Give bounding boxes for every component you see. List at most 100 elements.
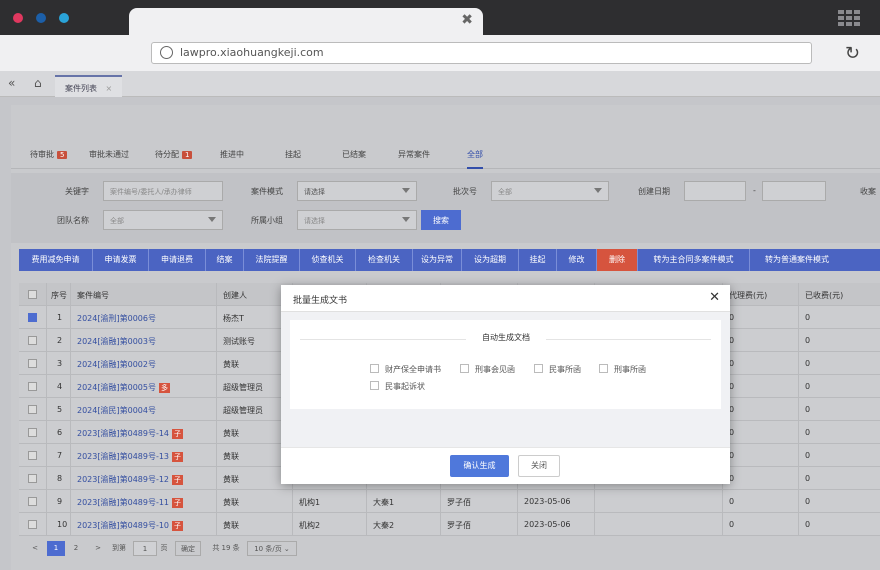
row-checkbox[interactable] bbox=[19, 375, 47, 397]
row-case-code[interactable]: 2023[渝融]第0489号-11 子 bbox=[71, 490, 217, 512]
row-date: 2023-05-06 bbox=[518, 490, 595, 512]
row-case-code[interactable]: 2024[渝融]第0005号多 bbox=[71, 375, 217, 397]
convert-multi-case-button[interactable]: 转为主合同多案件模式 bbox=[638, 249, 750, 271]
investigation-org-button[interactable]: 侦查机关 bbox=[300, 249, 356, 271]
row-case-code[interactable]: 2023[渝融]第0489号-14 子 bbox=[71, 421, 217, 443]
mode-select[interactable]: 请选择 bbox=[297, 181, 417, 201]
row-index: 9 bbox=[47, 490, 71, 512]
fee-reduction-button[interactable]: 费用减免申请 bbox=[19, 249, 93, 271]
row-checkbox[interactable] bbox=[19, 421, 47, 443]
row-checkbox[interactable] bbox=[19, 329, 47, 351]
row-checkbox[interactable] bbox=[19, 306, 47, 328]
close-button[interactable]: 关闭 bbox=[518, 455, 560, 477]
tab-close-icon[interactable]: ✖ bbox=[461, 12, 473, 28]
dialog-footer: 确认生成 关闭 bbox=[281, 447, 730, 484]
prev-page-button[interactable]: < bbox=[29, 541, 41, 556]
option-criminal-firm-letter[interactable]: 刑事所函 bbox=[599, 364, 646, 375]
tab-in-progress[interactable]: 推进中 bbox=[220, 149, 244, 160]
search-button[interactable]: 搜索 bbox=[421, 210, 461, 230]
keyword-input[interactable]: 案件编号/委托人/承办律师 bbox=[103, 181, 223, 201]
row-case-code[interactable]: 2023[渝融]第0489号-13 子 bbox=[71, 444, 217, 466]
group-select[interactable]: 请选择 bbox=[297, 210, 417, 230]
tab-all[interactable]: 全部 bbox=[467, 149, 483, 169]
checkbox[interactable] bbox=[460, 364, 469, 373]
browser-tab[interactable]: ✖ bbox=[129, 8, 483, 36]
page-number-input[interactable]: 1 bbox=[133, 541, 157, 556]
team-select[interactable]: 全部 bbox=[103, 210, 223, 230]
status-badge: 5 bbox=[57, 151, 68, 159]
row-paid-fee: 0 bbox=[805, 359, 811, 368]
apps-grid-icon[interactable] bbox=[838, 10, 860, 26]
tab-suspended[interactable]: 挂起 bbox=[285, 149, 301, 160]
option-civil-firm-letter[interactable]: 民事所函 bbox=[534, 364, 581, 375]
edit-button[interactable]: 修改 bbox=[557, 249, 597, 271]
inspection-org-button[interactable]: 检查机关 bbox=[356, 249, 413, 271]
row-case-code[interactable]: 2024[渝民]第0004号 bbox=[71, 398, 217, 420]
checkbox[interactable] bbox=[534, 364, 543, 373]
window-close-dot[interactable] bbox=[13, 13, 23, 23]
tab-pending-assignment[interactable]: 待分配 1 bbox=[155, 149, 193, 160]
row-checkbox[interactable] bbox=[19, 444, 47, 466]
goto-confirm-button[interactable]: 确定 bbox=[175, 541, 201, 556]
app-tabbar: « ⌂ 案件列表 × bbox=[0, 71, 880, 97]
table-row[interactable]: 10 2023[渝融]第0489号-10 子黄联 机构2 大秦2 罗子佰 2023-05-0… bbox=[19, 513, 880, 536]
row-checkbox[interactable] bbox=[19, 490, 47, 512]
suspend-button[interactable]: 挂起 bbox=[519, 249, 557, 271]
select-all-checkbox[interactable] bbox=[19, 283, 47, 305]
next-page-button[interactable]: > bbox=[92, 541, 104, 556]
checkbox[interactable] bbox=[599, 364, 608, 373]
court-reminder-button[interactable]: 法院提醒 bbox=[244, 249, 300, 271]
chevron-down-icon bbox=[208, 217, 216, 222]
page-size-select[interactable]: 10 条/页 ⌄ bbox=[247, 541, 297, 556]
delete-button[interactable]: 删除 bbox=[597, 249, 638, 271]
window-minimize-dot[interactable] bbox=[36, 13, 46, 23]
row-checkbox[interactable] bbox=[19, 467, 47, 489]
close-case-button[interactable]: 结案 bbox=[206, 249, 244, 271]
window-maximize-dot[interactable] bbox=[59, 13, 69, 23]
row-checkbox[interactable] bbox=[19, 398, 47, 420]
page-2-button[interactable]: 2 bbox=[70, 541, 82, 556]
option-property-preservation[interactable]: 财产保全申请书 bbox=[370, 364, 441, 375]
checkbox[interactable] bbox=[370, 381, 379, 390]
convert-normal-case-button[interactable]: 转为普通案件模式 bbox=[750, 249, 844, 271]
goto-label: 到第 bbox=[112, 544, 126, 552]
apply-invoice-button[interactable]: 申请发票 bbox=[93, 249, 149, 271]
close-icon[interactable]: ✕ bbox=[709, 290, 720, 305]
option-civil-complaint[interactable]: 民事起诉状 bbox=[370, 381, 425, 392]
row-index: 2 bbox=[47, 329, 71, 351]
option-criminal-meeting-letter[interactable]: 刑事会见函 bbox=[460, 364, 515, 375]
row-paid-fee: 0 bbox=[805, 451, 811, 460]
tab-abnormal[interactable]: 异常案件 bbox=[398, 149, 430, 160]
page-1-button[interactable]: 1 bbox=[47, 541, 65, 556]
row-case-code[interactable]: 2024[渝融]第0003号 bbox=[71, 329, 217, 351]
reload-icon[interactable]: ↻ bbox=[845, 43, 860, 64]
set-overdue-button[interactable]: 设为超期 bbox=[462, 249, 519, 271]
date-end-input[interactable] bbox=[762, 181, 826, 201]
row-case-code[interactable]: 2024[渝融]第0002号 bbox=[71, 352, 217, 374]
tab-approval-rejected[interactable]: 审批未通过 bbox=[89, 149, 129, 160]
tab-case-list-close-icon[interactable]: × bbox=[106, 84, 113, 93]
set-abnormal-button[interactable]: 设为异常 bbox=[413, 249, 462, 271]
row-paid-fee: 0 bbox=[805, 497, 811, 506]
confirm-generate-button[interactable]: 确认生成 bbox=[450, 455, 509, 477]
row-agency-fee: 0 bbox=[723, 490, 799, 512]
row-case-code[interactable]: 2023[渝融]第0489号-12 子 bbox=[71, 467, 217, 489]
row-paid-fee: 0 bbox=[805, 313, 811, 322]
tab-closed[interactable]: 已结案 bbox=[342, 149, 366, 160]
apply-refund-button[interactable]: 申请退费 bbox=[149, 249, 206, 271]
collapse-icon[interactable]: « bbox=[8, 76, 15, 90]
tab-pending-approval[interactable]: 待审批 5 bbox=[30, 149, 68, 160]
checkbox[interactable] bbox=[370, 364, 379, 373]
row-checkbox[interactable] bbox=[19, 352, 47, 374]
batch-select[interactable]: 全部 bbox=[491, 181, 609, 201]
home-icon[interactable]: ⌂ bbox=[34, 76, 42, 90]
row-case-code[interactable]: 2023[渝融]第0489号-10 子 bbox=[71, 513, 217, 535]
table-row[interactable]: 9 2023[渝融]第0489号-11 子黄联 机构1 大秦1 罗子佰 2023-05-06… bbox=[19, 490, 880, 513]
batch-generate-dialog: 批量生成文书 ✕ 自动生成文档 财产保全申请书 刑事会见函 民事所函 刑事所函 … bbox=[281, 285, 730, 484]
date-start-input[interactable] bbox=[684, 181, 746, 201]
row-case-code[interactable]: 2024[渝刑]第0006号 bbox=[71, 306, 217, 328]
chevron-down-icon bbox=[402, 188, 410, 193]
row-checkbox[interactable] bbox=[19, 513, 47, 535]
url-field[interactable]: lawpro.xiaohuangkeji.com bbox=[151, 42, 812, 64]
tab-case-list[interactable]: 案件列表 × bbox=[55, 75, 123, 97]
